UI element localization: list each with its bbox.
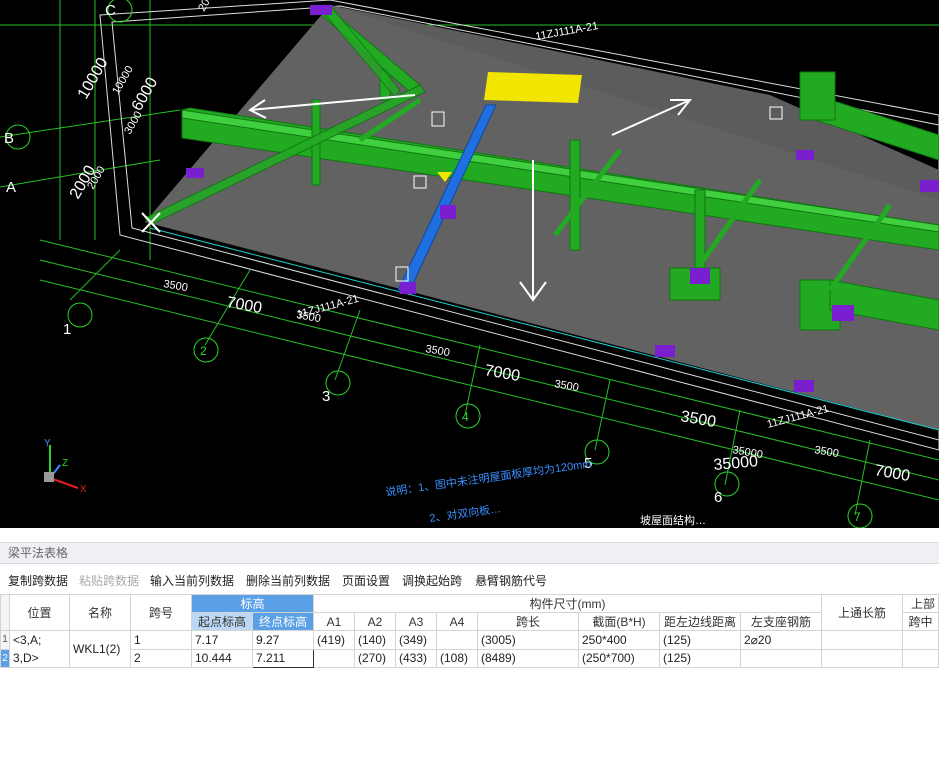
header-left-edge[interactable]: 距左边线距离 — [659, 612, 741, 631]
cell-span[interactable]: 1 — [130, 630, 192, 650]
cell-start-elev[interactable]: 7.17 — [191, 630, 253, 650]
cell-section[interactable]: 250*400 — [578, 630, 660, 650]
header-top-long[interactable]: 上通长筋 — [821, 594, 903, 631]
cell-span-len[interactable]: (3005) — [477, 630, 579, 650]
cell-mid-span[interactable] — [902, 630, 939, 650]
dim-3500-f: 3500 — [813, 444, 839, 460]
cell-a4[interactable] — [436, 630, 478, 650]
header-a4[interactable]: A4 — [436, 612, 478, 631]
note-line-1: 说明：1、图中未注明屋面板厚均为120mm — [384, 456, 592, 499]
table-row[interactable]: 1 <3,A; 3,D> WKL1(2) 1 7.17 9.27 (419) (1… — [0, 630, 939, 668]
cell-span-len[interactable]: (8489) — [477, 648, 579, 668]
cad-3d-viewport[interactable]: C B A 1 3 5 6 2 4 7 10000 6000 2000 7000… — [0, 0, 939, 528]
axis-label-1: 1 — [63, 321, 71, 338]
cell-a2[interactable]: (140) — [354, 630, 396, 650]
cell-top-long[interactable]: 2⌀20 — [740, 630, 822, 650]
cell-left-support[interactable] — [821, 630, 903, 650]
row-number[interactable]: 1 — [0, 630, 10, 650]
header-a3[interactable]: A3 — [395, 612, 437, 631]
cell-left-edge[interactable]: (125) — [659, 630, 741, 650]
header-end-elev[interactable]: 终点标高 — [252, 612, 314, 631]
header-a2[interactable]: A2 — [354, 612, 396, 631]
panel-title: 梁平法表格 — [0, 542, 939, 564]
header-a1[interactable]: A1 — [313, 612, 355, 631]
header-left-support[interactable]: 左支座钢筋 — [740, 612, 822, 631]
cell-a1[interactable]: (419) — [313, 630, 355, 650]
axis-bubble-7: 7 — [854, 510, 861, 524]
header-name[interactable]: 名称 — [69, 594, 131, 631]
cell-name[interactable]: WKL1(2) — [69, 630, 131, 668]
note-line-3: 坡屋面结构… — [640, 513, 706, 527]
cell-span[interactable]: 2 — [130, 648, 192, 668]
note-line-2: 2、对双向板… — [428, 501, 501, 525]
dim-6000: 6000 — [129, 75, 162, 114]
toolbar: 复制跨数据 粘贴跨数据 输入当前列数据 删除当前列数据 页面设置 调换起始跨 悬… — [0, 568, 939, 590]
axis-label-6: 6 — [714, 489, 722, 506]
cell-section[interactable]: (250*700) — [578, 648, 660, 668]
cell-a3[interactable]: (433) — [395, 648, 437, 668]
header-start-elev[interactable]: 起点标高 — [191, 612, 253, 631]
axis-label-b: B — [4, 130, 14, 147]
dim-7000-c: 7000 — [873, 462, 911, 485]
beam-table: 位置 名称 跨号 标高 构件尺寸(mm) 上通长筋 上部 起点标高 终点标高 A… — [0, 594, 939, 668]
cell-end-elev-selected[interactable]: 7.211 — [252, 648, 314, 668]
ucs-x-label: X — [80, 484, 87, 495]
cell-start-elev[interactable]: 10.444 — [191, 648, 253, 668]
page-setup-button[interactable]: 页面设置 — [342, 572, 390, 589]
axis-bubble-2: 2 — [200, 344, 207, 358]
dim-2000-top: 2000 — [196, 0, 219, 13]
delete-column-button[interactable]: 删除当前列数据 — [246, 572, 330, 589]
swap-start-span-button[interactable]: 调换起始跨 — [402, 572, 462, 589]
callout-top: 11ZJ111A-21 — [534, 20, 599, 43]
cell-position-line1: <3,A; — [13, 633, 42, 647]
input-column-button[interactable]: 输入当前列数据 — [150, 572, 234, 589]
dim-7000-b: 7000 — [483, 362, 521, 385]
cantilever-code-button[interactable]: 悬臂钢筋代号 — [475, 572, 547, 589]
header-section[interactable]: 截面(B*H) — [578, 612, 660, 631]
callout-bottom: 11ZJ111A-21 — [296, 293, 361, 321]
cell-position[interactable]: <3,A; 3,D> — [9, 630, 70, 668]
cell-mid-span[interactable] — [902, 648, 939, 668]
dim-3500-a: 3500 — [162, 278, 188, 294]
cell-a2[interactable]: (270) — [354, 648, 396, 668]
paste-span-button[interactable]: 粘贴跨数据 — [79, 572, 139, 589]
header-position[interactable]: 位置 — [9, 594, 70, 631]
header-span-no[interactable]: 跨号 — [130, 594, 192, 631]
cell-top-long[interactable] — [740, 648, 822, 668]
axis-label-a: A — [6, 179, 16, 196]
axis-label-3: 3 — [322, 388, 330, 405]
cell-end-elev[interactable]: 9.27 — [252, 630, 314, 650]
axis-bubble-4: 4 — [462, 410, 469, 424]
cell-a4[interactable]: (108) — [436, 648, 478, 668]
table-row[interactable]: 2 2 10.444 7.211 (270) (433) (108) (8489… — [0, 648, 939, 668]
header-upper[interactable]: 上部 — [902, 594, 939, 613]
dim-7000-a: 7000 — [225, 294, 263, 317]
dim-3500-d: 3500 — [424, 343, 450, 359]
model-canvas[interactable]: C B A 1 3 5 6 2 4 7 10000 6000 2000 7000… — [0, 0, 939, 528]
cell-a3[interactable]: (349) — [395, 630, 437, 650]
dim-3500-c: 3500 — [679, 408, 717, 431]
axis-label-c: C — [105, 2, 116, 19]
cell-a1[interactable] — [313, 648, 355, 668]
header-member-size[interactable]: 构件尺寸(mm) — [313, 594, 822, 613]
ucs-z-label: Z — [62, 458, 68, 469]
header-mid-span[interactable]: 跨中 — [902, 612, 939, 631]
cell-left-edge[interactable]: (125) — [659, 648, 741, 668]
ucs-icon: Y X Z — [44, 438, 87, 495]
cell-position-line2: 3,D> — [13, 651, 39, 665]
row-number[interactable]: 2 — [0, 648, 10, 668]
header-span-len[interactable]: 跨长 — [477, 612, 579, 631]
dim-10000-small: 10000 — [110, 64, 136, 96]
ucs-y-label: Y — [44, 438, 51, 449]
dim-3000: 3000 — [122, 109, 145, 136]
copy-span-button[interactable]: 复制跨数据 — [8, 572, 68, 589]
dim-3500-e: 3500 — [553, 378, 579, 394]
beam-table-panel: 梁平法表格 复制跨数据 粘贴跨数据 输入当前列数据 删除当前列数据 页面设置 调… — [0, 528, 939, 778]
cell-left-support[interactable] — [821, 648, 903, 668]
header-elevation[interactable]: 标高 — [191, 594, 314, 613]
